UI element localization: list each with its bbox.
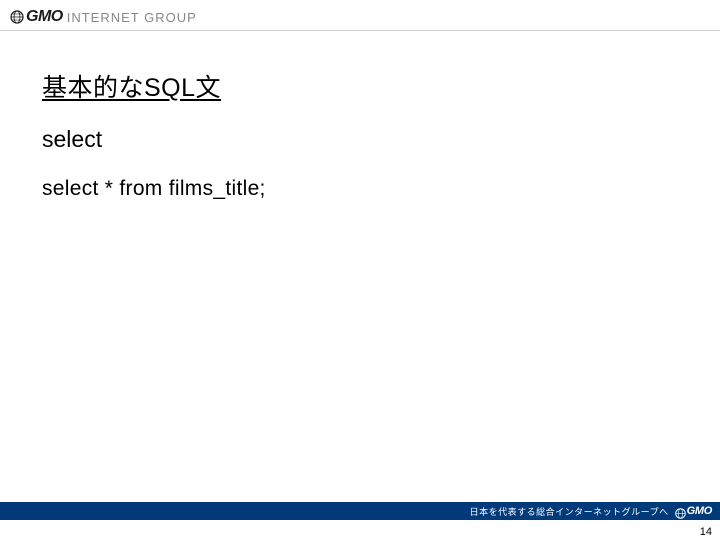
- slide-content: 基本的なSQL文 select select * from films_titl…: [42, 68, 682, 201]
- footer-bar: 日本を代表する総合インターネットグループへ GMO: [0, 502, 720, 520]
- footer-tagline: 日本を代表する総合インターネットグループへ: [470, 505, 669, 518]
- header-logo: GMO INTERNET GROUP: [10, 8, 197, 26]
- slide-subtitle: select: [42, 126, 682, 153]
- gmo-logo: GMO INTERNET GROUP: [10, 8, 197, 26]
- footer-logo: GMO: [675, 505, 712, 517]
- footer-logo-text: GMO: [687, 505, 712, 517]
- header-divider: [0, 30, 720, 31]
- page-number: 14: [700, 526, 712, 538]
- footer-globe-icon: [675, 506, 686, 517]
- logo-text-main: GMO: [26, 8, 63, 26]
- globe-icon: [10, 10, 24, 24]
- logo-text-sub: INTERNET GROUP: [67, 10, 197, 25]
- slide-title: 基本的なSQL文: [42, 68, 682, 104]
- sql-code: select * from films_title;: [42, 177, 682, 201]
